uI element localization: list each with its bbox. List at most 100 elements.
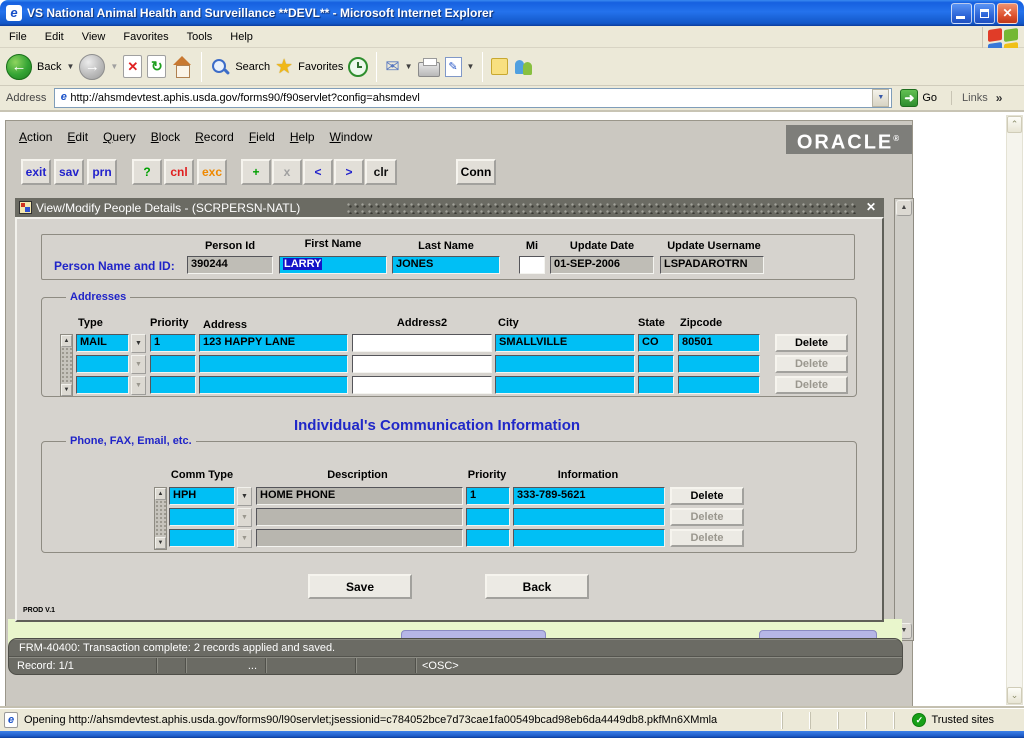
favorites-label[interactable]: Favorites (298, 61, 343, 73)
mi-field[interactable] (519, 256, 545, 274)
menu-help[interactable]: Help (221, 28, 262, 46)
clear-button[interactable]: clr (365, 159, 397, 185)
scroll-down-icon[interactable]: ▼ (61, 384, 72, 396)
address-input[interactable] (70, 90, 872, 106)
applet-scrollbar[interactable]: ▲ ▼ (894, 198, 914, 641)
links-label[interactable]: Links (962, 92, 988, 104)
comm-type-field[interactable] (169, 529, 235, 547)
scroll-down-icon[interactable]: ⌄ (1007, 687, 1022, 704)
favorites-icon[interactable]: ★ (275, 54, 293, 79)
first-name-field[interactable]: LARRY (279, 256, 387, 274)
edit-dropdown-icon[interactable]: ▼ (467, 62, 475, 71)
comm-priority-field[interactable] (466, 529, 510, 547)
close-button[interactable]: ✕ (997, 3, 1018, 24)
oracle-menu-block[interactable]: Block (151, 130, 180, 144)
conn-button[interactable]: Conn (456, 159, 496, 185)
address2-field[interactable] (352, 355, 492, 373)
oracle-menu-field[interactable]: Field (249, 130, 275, 144)
address-type-field[interactable] (76, 376, 129, 394)
address-priority-field[interactable] (150, 376, 196, 394)
edit-icon[interactable]: ✎ (445, 57, 462, 77)
address-field[interactable]: 123 HAPPY LANE (199, 334, 348, 352)
browser-scrollbar[interactable]: ⌃ ⌄ (1006, 115, 1023, 705)
state-field[interactable]: CO (638, 334, 674, 352)
address-type-dropdown[interactable]: ▼ (131, 334, 146, 353)
notes-icon[interactable] (491, 58, 508, 75)
comm-type-field[interactable]: HPH (169, 487, 235, 505)
comm-priority-field[interactable]: 1 (466, 487, 510, 505)
address-field[interactable] (199, 355, 348, 373)
oracle-menu-edit[interactable]: Edit (67, 130, 88, 144)
menu-tools[interactable]: Tools (178, 28, 222, 46)
exit-button[interactable]: exit (21, 159, 51, 185)
address2-field[interactable] (352, 376, 492, 394)
links-chevron-icon[interactable]: » (996, 91, 1003, 105)
form-back-button[interactable]: Back (485, 574, 589, 599)
address-type-field[interactable] (76, 355, 129, 373)
oracle-menu-help[interactable]: Help (290, 130, 315, 144)
restore-button[interactable] (974, 3, 995, 24)
go-button[interactable]: ➜ Go (900, 89, 937, 107)
address-type-field[interactable]: MAIL (76, 334, 129, 352)
oracle-menu-window[interactable]: Window (330, 130, 373, 144)
menu-file[interactable]: File (0, 28, 36, 46)
addresses-scrollbar[interactable]: ▲ ▼ (60, 334, 73, 397)
address-field[interactable] (199, 376, 348, 394)
zipcode-field[interactable] (678, 355, 760, 373)
minimize-button[interactable] (951, 3, 972, 24)
last-name-field[interactable]: JONES (392, 256, 500, 274)
search-icon[interactable] (210, 57, 230, 77)
mail-icon[interactable]: ✉ (385, 57, 399, 77)
home-button[interactable] (171, 56, 193, 78)
oracle-menu-query[interactable]: Query (103, 130, 136, 144)
security-zone-label[interactable]: Trusted sites (931, 714, 994, 726)
oracle-menu-record[interactable]: Record (195, 130, 234, 144)
scroll-up-icon[interactable]: ▲ (61, 335, 72, 347)
address-priority-field[interactable] (150, 355, 196, 373)
back-button[interactable]: ← (6, 54, 32, 80)
city-field[interactable] (495, 376, 635, 394)
save-button[interactable]: sav (54, 159, 84, 185)
oracle-menu-action[interactable]: Action (19, 130, 52, 144)
execute-button[interactable]: exc (197, 159, 227, 185)
menu-edit[interactable]: Edit (36, 28, 73, 46)
scroll-up-icon[interactable]: ▲ (896, 200, 912, 216)
zipcode-field[interactable]: 80501 (678, 334, 760, 352)
history-icon[interactable] (348, 57, 368, 77)
forward-button[interactable]: → (79, 54, 105, 80)
menu-favorites[interactable]: Favorites (114, 28, 177, 46)
comm-information-field[interactable]: 333-789-5621 (513, 487, 665, 505)
menu-view[interactable]: View (73, 28, 115, 46)
form-close-icon[interactable]: ✕ (864, 200, 878, 214)
back-dropdown-icon[interactable]: ▼ (66, 62, 74, 71)
city-field[interactable]: SMALLVILLE (495, 334, 635, 352)
refresh-button[interactable]: ↻ (147, 55, 166, 78)
scroll-down-icon[interactable]: ▼ (155, 537, 166, 549)
address-dropdown-button[interactable]: ▼ (872, 89, 889, 107)
form-save-button[interactable]: Save (308, 574, 412, 599)
comm-type-field[interactable] (169, 508, 235, 526)
cancel-button[interactable]: cnl (164, 159, 194, 185)
address2-field[interactable] (352, 334, 492, 352)
comm-priority-field[interactable] (466, 508, 510, 526)
state-field[interactable] (638, 376, 674, 394)
next-record-button[interactable]: > (334, 159, 364, 185)
comm-information-field[interactable] (513, 529, 665, 547)
communication-scrollbar[interactable]: ▲ ▼ (154, 487, 167, 550)
links-bar[interactable]: Links » (951, 91, 1002, 105)
insert-record-button[interactable]: + (241, 159, 271, 185)
print-icon[interactable] (418, 62, 440, 77)
scroll-up-icon[interactable]: ⌃ (1007, 116, 1022, 133)
comm-type-dropdown[interactable]: ▼ (237, 487, 252, 506)
mail-dropdown-icon[interactable]: ▼ (405, 62, 413, 71)
print-button[interactable]: prn (87, 159, 117, 185)
comm-delete-button[interactable]: Delete (670, 487, 744, 505)
help-button[interactable]: ? (132, 159, 162, 185)
scroll-up-icon[interactable]: ▲ (155, 488, 166, 500)
search-label[interactable]: Search (235, 61, 270, 73)
address-delete-button[interactable]: Delete (775, 334, 848, 352)
state-field[interactable] (638, 355, 674, 373)
previous-record-button[interactable]: < (303, 159, 333, 185)
zipcode-field[interactable] (678, 376, 760, 394)
address-priority-field[interactable]: 1 (150, 334, 196, 352)
